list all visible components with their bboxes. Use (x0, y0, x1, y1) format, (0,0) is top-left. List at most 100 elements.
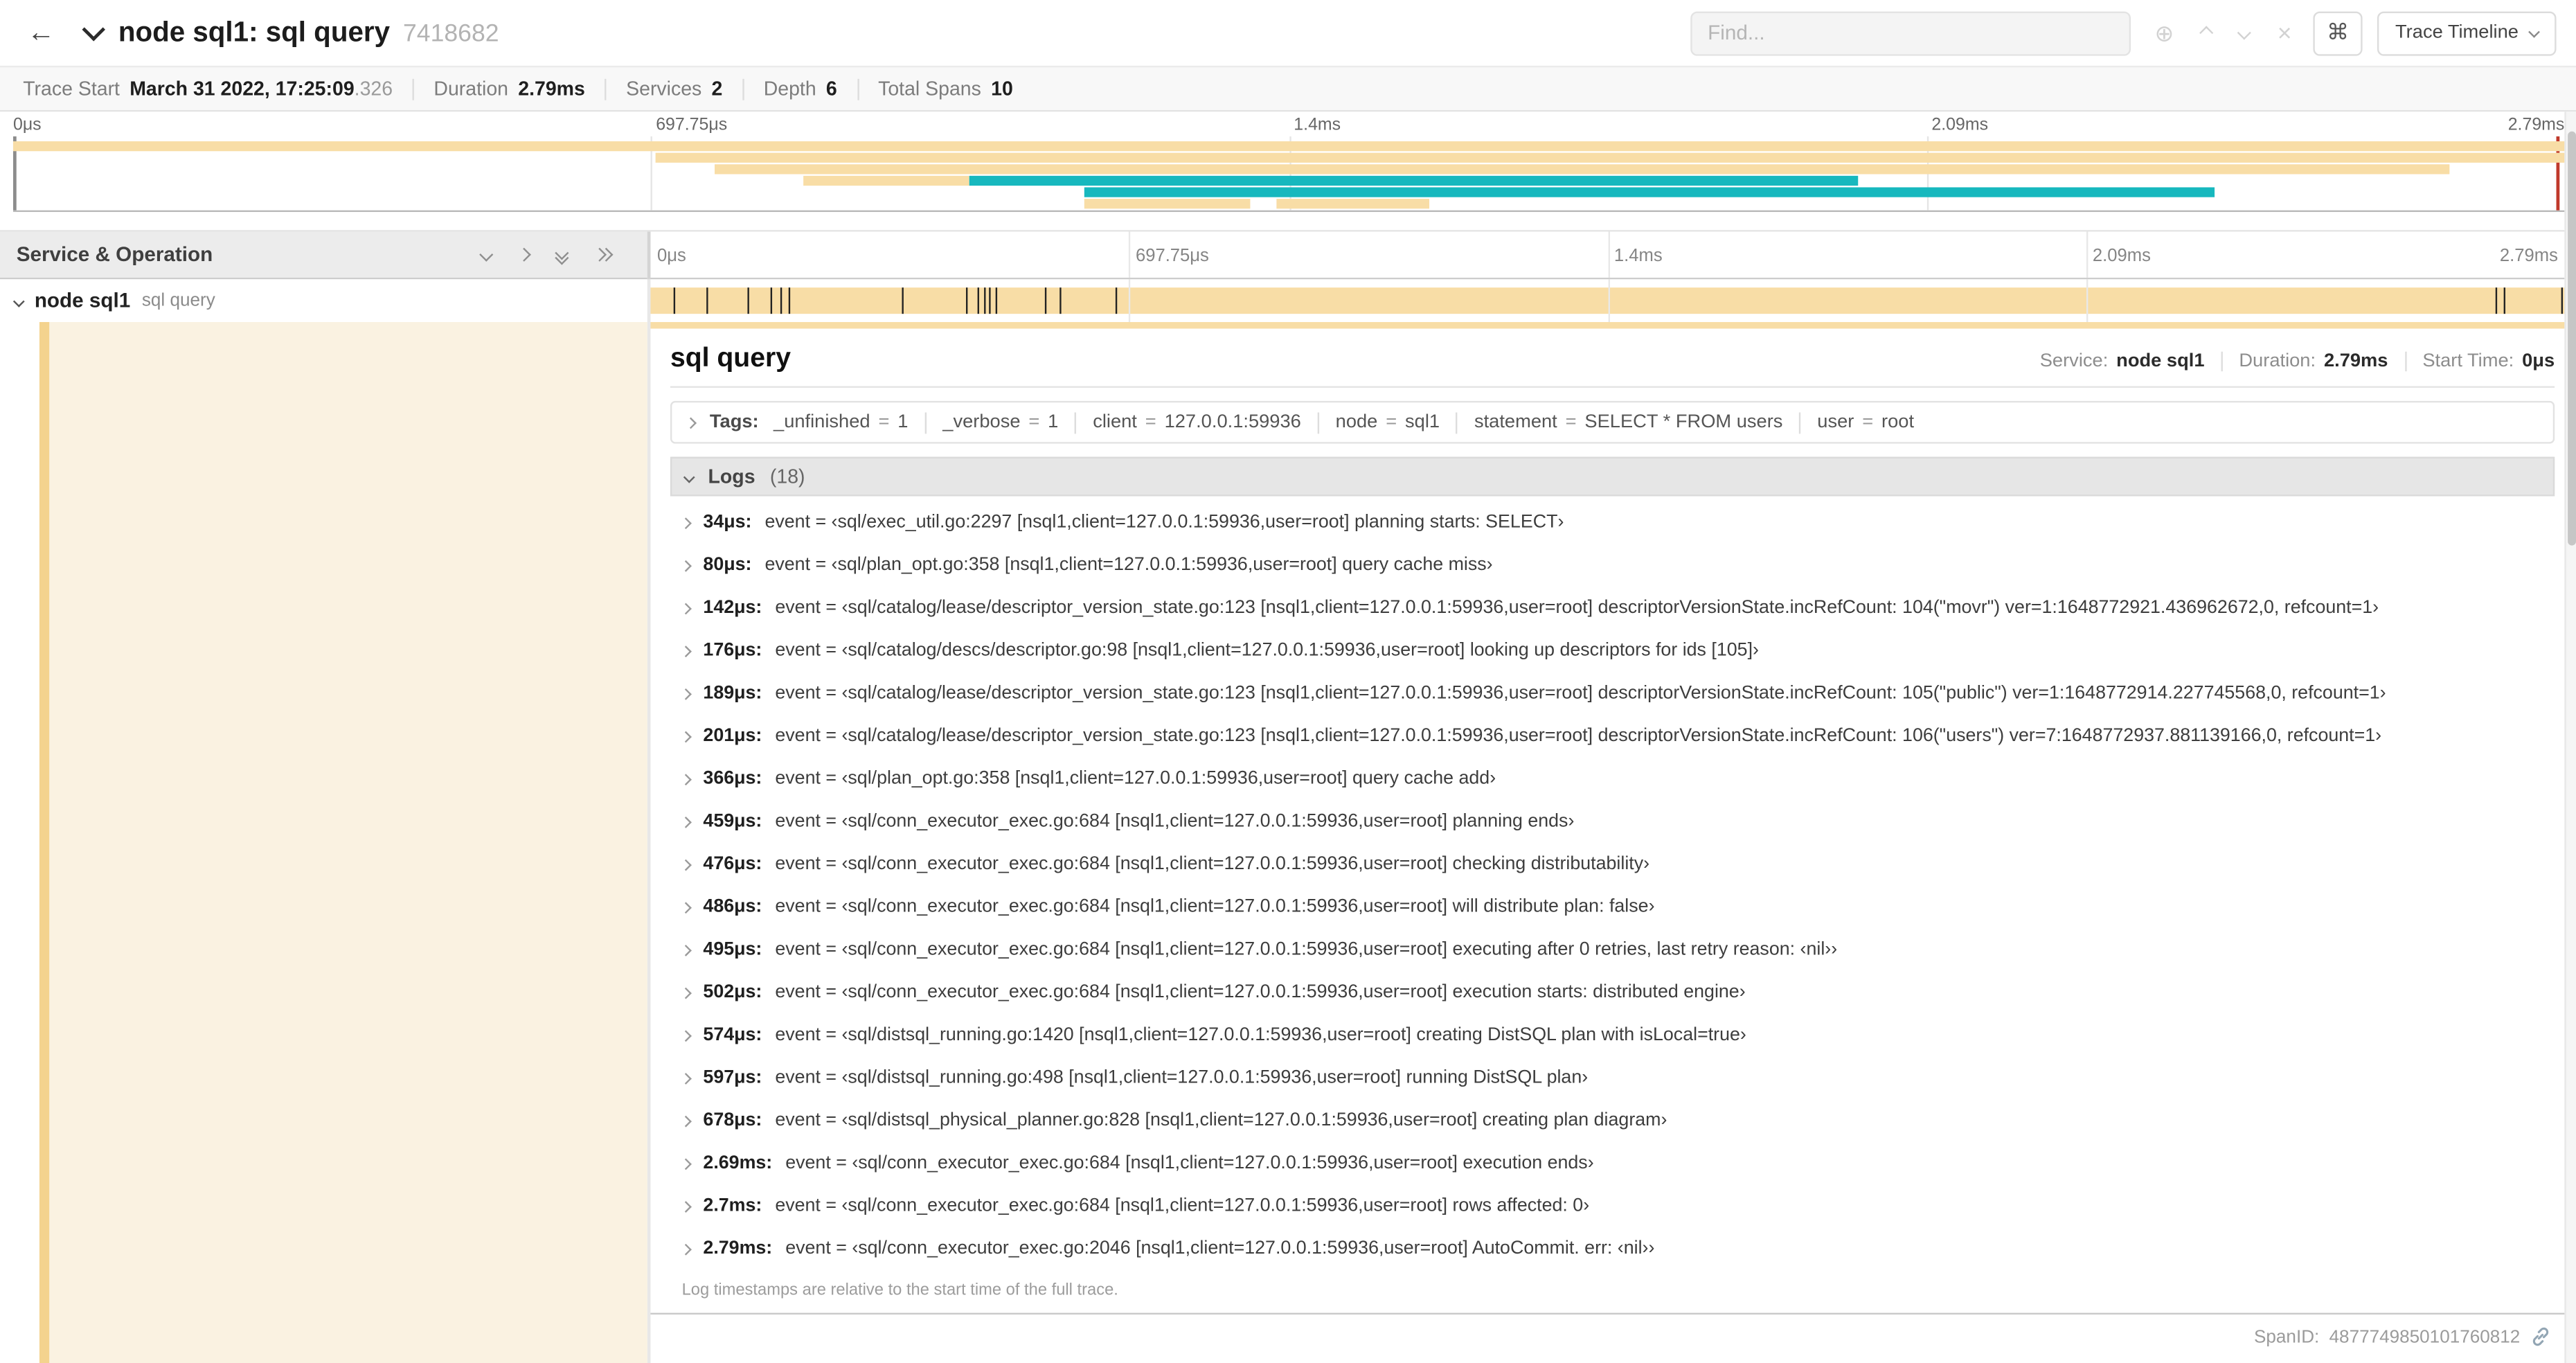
log-row[interactable]: 189μs: event = ‹sql/catalog/lease/descrip… (670, 672, 2555, 715)
log-row[interactable]: 201μs: event = ‹sql/catalog/lease/descrip… (670, 715, 2555, 758)
summary-separator (605, 78, 607, 100)
span-detail-meta: Service: node sql1 Duration: 2.79ms Start Ti… (2040, 351, 2555, 372)
chevron-down-icon (2528, 25, 2540, 37)
ruler-tick-label: 2.09ms (2092, 245, 2151, 266)
meta-value: node sql1 (2116, 351, 2205, 372)
prev-match-icon[interactable] (2199, 26, 2214, 40)
keyboard-shortcuts-button[interactable]: ⌘ (2313, 10, 2363, 55)
page-scrollbar (2564, 112, 2576, 1363)
view-options-dropdown[interactable]: Trace Timeline (2377, 10, 2557, 55)
log-row[interactable]: 502μs: event = ‹sql/conn_executor_exec.go… (670, 971, 2555, 1014)
log-row[interactable]: 80μs: event = ‹sql/plan_opt.go:358 [nsql1… (670, 544, 2555, 587)
span-detail-topbar (650, 322, 2565, 329)
log-message: event = ‹sql/distsql_running.go:498 [nsq… (775, 1068, 1589, 1088)
minimap-tick-labels: 0μs 697.75μs 1.4ms 2.09ms 2.79ms (13, 115, 2564, 136)
log-event-mark (978, 287, 980, 314)
tag-equals: = (1565, 412, 1577, 432)
log-row[interactable]: 678μs: event = ‹sql/distsql_physical_plan… (670, 1099, 2555, 1142)
span-detail-panel: sql query Service: node sql1 Duration: 2.79… (650, 328, 2565, 1315)
log-message: event = ‹sql/conn_executor_exec.go:684 [… (785, 1153, 1594, 1173)
find-input[interactable] (1691, 12, 2129, 54)
timeline-collapser (479, 245, 614, 265)
minimap-canvas[interactable] (12, 136, 2565, 213)
tags-row[interactable]: Tags: _unfinished = 1 _verbose = 1 client = 127.… (670, 400, 2555, 444)
log-message: event = ‹sql/distsql_running.go:1420 [ns… (775, 1025, 1746, 1045)
log-row[interactable]: 2.7ms: event = ‹sql/conn_executor_exec.go… (670, 1185, 2555, 1228)
log-row[interactable]: 574μs: event = ‹sql/distsql_running.go:14… (670, 1014, 2555, 1057)
meta-separator (2404, 351, 2406, 372)
log-timestamp: 201μs: (703, 726, 762, 747)
service-operation-header: Service & Operation (0, 231, 647, 280)
timeline-gridline (2086, 279, 2088, 322)
minimap-span-bar (1084, 187, 2215, 197)
detail-divider (670, 386, 2555, 388)
log-row[interactable]: 142μs: event = ‹sql/catalog/lease/descrip… (670, 587, 2555, 630)
scrollbar-thumb[interactable] (2568, 131, 2576, 546)
span-id-row: SpanID: 4877749850101760812 (650, 1315, 2564, 1347)
meta-value: 0μs (2522, 351, 2555, 372)
log-row[interactable]: 2.79ms: event = ‹sql/conn_executor_exec.g… (670, 1227, 2555, 1270)
expand-all-icon[interactable] (555, 245, 569, 265)
minimap-tick-label: 0μs (12, 115, 42, 135)
log-timestamp: 502μs: (703, 982, 762, 1003)
log-event-mark (1044, 287, 1047, 314)
log-row[interactable]: 597μs: event = ‹sql/distsql_running.go:49… (670, 1056, 2555, 1099)
chevron-right-icon (680, 815, 692, 828)
log-event-mark (748, 287, 750, 314)
log-row[interactable]: 176μs: event = ‹sql/catalog/descs/descrip… (670, 630, 2555, 672)
tag-key: statement (1474, 412, 1557, 432)
log-row[interactable]: 2.69ms: event = ‹sql/conn_executor_exec.g… (670, 1142, 2555, 1185)
next-match-icon[interactable] (2237, 26, 2252, 40)
tag-item: _unfinished = 1 (773, 412, 908, 431)
log-event-mark (2560, 287, 2563, 314)
clear-search-icon[interactable]: × (2278, 19, 2292, 46)
chevron-right-icon (680, 602, 692, 614)
tag-item: statement = SELECT * FROM users (1474, 412, 1783, 431)
tag-equals: = (878, 412, 890, 432)
trace-collapse-chevron-icon[interactable] (82, 17, 106, 42)
tag-key: client (1093, 412, 1137, 432)
chevron-right-icon (680, 773, 692, 785)
log-row[interactable]: 34μs: event = ‹sql/exec_util.go:2297 [nsq… (670, 501, 2555, 544)
trace-summary-bar: Trace Start March 31 2022, 17:25:09.326 Du… (0, 65, 2576, 112)
log-event-mark (780, 287, 782, 314)
log-timestamp: 176μs: (703, 641, 762, 661)
log-row[interactable]: 476μs: event = ‹sql/conn_executor_exec.go… (670, 843, 2555, 886)
span-bar-row[interactable] (650, 279, 2565, 322)
log-event-mark (788, 287, 790, 314)
log-event-mark (673, 287, 676, 314)
collapse-one-icon[interactable] (517, 247, 531, 262)
tag-item: user = root (1817, 412, 1914, 431)
back-button[interactable]: ← (19, 12, 62, 55)
log-row[interactable]: 366μs: event = ‹sql/plan_opt.go:358 [nsql… (670, 758, 2555, 801)
tag-key: user (1817, 412, 1854, 432)
minimap-span-bar (715, 164, 2450, 175)
tag-equals: = (1028, 412, 1040, 432)
minimap-span-bar (969, 175, 1858, 186)
log-row[interactable]: 486μs: event = ‹sql/conn_executor_exec.go… (670, 886, 2555, 929)
minimap-tick-label: 697.75μs (656, 115, 728, 135)
minimap-tick-label: 1.4ms (1294, 115, 1341, 135)
log-timestamp: 476μs: (703, 854, 762, 875)
find-box (1690, 10, 2130, 55)
log-timestamp: 2.79ms: (703, 1238, 773, 1259)
log-row[interactable]: 495μs: event = ‹sql/conn_executor_exec.go… (670, 928, 2555, 971)
span-name-row[interactable]: node sql1 sql query (0, 279, 647, 322)
focus-match-icon[interactable]: ⊕ (2154, 19, 2174, 46)
tag-item: _verbose = 1 (942, 412, 1058, 431)
service-operation-title: Service & Operation (16, 243, 213, 267)
logs-header[interactable]: Logs (18) (670, 456, 2555, 497)
trace-id: 7418682 (402, 19, 499, 48)
timeline-gridline (1129, 279, 1131, 322)
selected-row-fill (39, 322, 647, 1363)
expand-one-icon[interactable] (479, 247, 494, 262)
link-icon[interactable] (2530, 1326, 2552, 1348)
chevron-right-icon (680, 986, 692, 999)
log-timestamp: 678μs: (703, 1110, 762, 1131)
span-collapse-chevron-icon[interactable] (12, 294, 25, 307)
log-row[interactable]: 459μs: event = ‹sql/conn_executor_exec.go… (670, 800, 2555, 843)
chevron-right-icon (680, 901, 692, 913)
collapse-all-icon[interactable] (592, 247, 614, 262)
log-message: event = ‹sql/conn_executor_exec.go:684 [… (775, 1196, 1590, 1216)
top-bar: ← node sql1: sql query 7418682 ⊕ × ⌘ Tra… (0, 0, 2576, 66)
